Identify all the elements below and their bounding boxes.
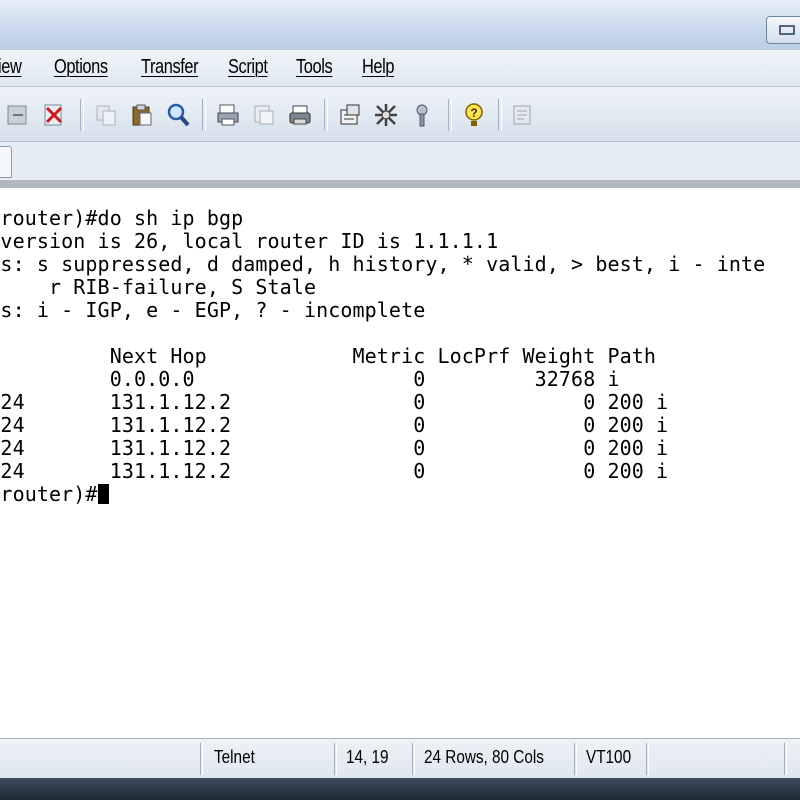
- status-separator: [412, 743, 415, 775]
- title-bar[interactable]: [0, 0, 800, 51]
- terminal-line: r RIB-failure, S Stale: [48, 275, 317, 299]
- toolbar-separator: [80, 99, 84, 131]
- table-row: .0/24 131.1.12.2 0 0 200 i: [0, 459, 669, 483]
- prompt-text: ng-router)#: [0, 482, 98, 506]
- status-dimensions: 24 Rows, 80 Cols: [424, 747, 544, 767]
- status-separator: [200, 743, 203, 775]
- prompt-line: ng-router)#: [0, 482, 109, 506]
- close-session-icon[interactable]: [40, 101, 68, 129]
- securecrt-window: iew Options Transfer Script Tools Help ?…: [0, 0, 800, 800]
- table-row: .0 0.0.0.0 0 32768 i: [0, 367, 620, 391]
- session-options-icon[interactable]: [336, 101, 364, 129]
- menu-script[interactable]: Script: [228, 56, 268, 79]
- menu-help[interactable]: Help: [362, 56, 395, 79]
- menu-bar: iew Options Transfer Script Tools Help: [0, 50, 800, 87]
- copy-icon[interactable]: [92, 101, 120, 129]
- terminal-frame: [0, 180, 800, 188]
- table-row: .0/24 131.1.12.2 0 0 200 i: [0, 436, 669, 460]
- find-icon[interactable]: [164, 101, 192, 129]
- print-icon[interactable]: [214, 101, 242, 129]
- toolbar-separator: [448, 99, 452, 131]
- menu-transfer[interactable]: Transfer: [141, 56, 199, 79]
- terminal-line: ng-router)#do sh ip bgp: [0, 206, 244, 230]
- status-separator: [334, 743, 337, 775]
- toolbar-separator: [202, 99, 206, 131]
- status-separator: [646, 743, 649, 775]
- paste-icon[interactable]: [128, 101, 156, 129]
- status-separator: [574, 743, 577, 775]
- sftp-icon[interactable]: [408, 101, 436, 129]
- table-row: .0/24 131.1.12.2 0 0 200 i: [0, 390, 669, 414]
- toolbar-separator: [324, 99, 328, 131]
- status-cursor-position: 14, 19: [346, 747, 389, 767]
- terminal-line: odes: i - IGP, e - EGP, ? - incomplete: [0, 298, 426, 322]
- help-icon[interactable]: ?: [460, 101, 488, 129]
- menu-tools[interactable]: Tools: [296, 56, 333, 79]
- menu-options[interactable]: Options: [54, 56, 108, 79]
- table-row: .0/24 131.1.12.2 0 0 200 i: [0, 413, 669, 437]
- taskbar: [0, 778, 800, 800]
- keymap-icon[interactable]: [372, 101, 400, 129]
- text-cursor: [97, 484, 109, 504]
- terminal-screen[interactable]: ng-router)#do sh ip bgp le version is 26…: [0, 188, 800, 738]
- terminal-line: odes: s suppressed, d damped, h history,…: [0, 252, 766, 276]
- session-tab-bar: [0, 142, 800, 181]
- table-header: rk Next Hop Metric LocPrf Weight Path: [0, 344, 657, 368]
- toolbar-separator: [498, 99, 502, 131]
- log-icon[interactable]: [508, 101, 536, 129]
- terminal-line: le version is 26, local router ID is 1.1…: [0, 229, 499, 253]
- status-emulation: VT100: [586, 747, 632, 767]
- print-setup-icon[interactable]: [286, 101, 314, 129]
- status-bar: Telnet 14, 19 24 Rows, 80 Cols VT100: [0, 738, 800, 779]
- session-tab[interactable]: [0, 146, 12, 178]
- toolbar: ?: [0, 87, 800, 142]
- status-protocol: Telnet: [214, 747, 255, 767]
- maximize-button[interactable]: [766, 16, 800, 44]
- menu-view[interactable]: iew: [0, 56, 22, 79]
- maximize-icon: [779, 25, 795, 35]
- print-screen-icon[interactable]: [250, 101, 278, 129]
- disconnect-icon[interactable]: [4, 101, 32, 129]
- svg-text:?: ?: [470, 106, 477, 120]
- status-separator: [784, 743, 787, 775]
